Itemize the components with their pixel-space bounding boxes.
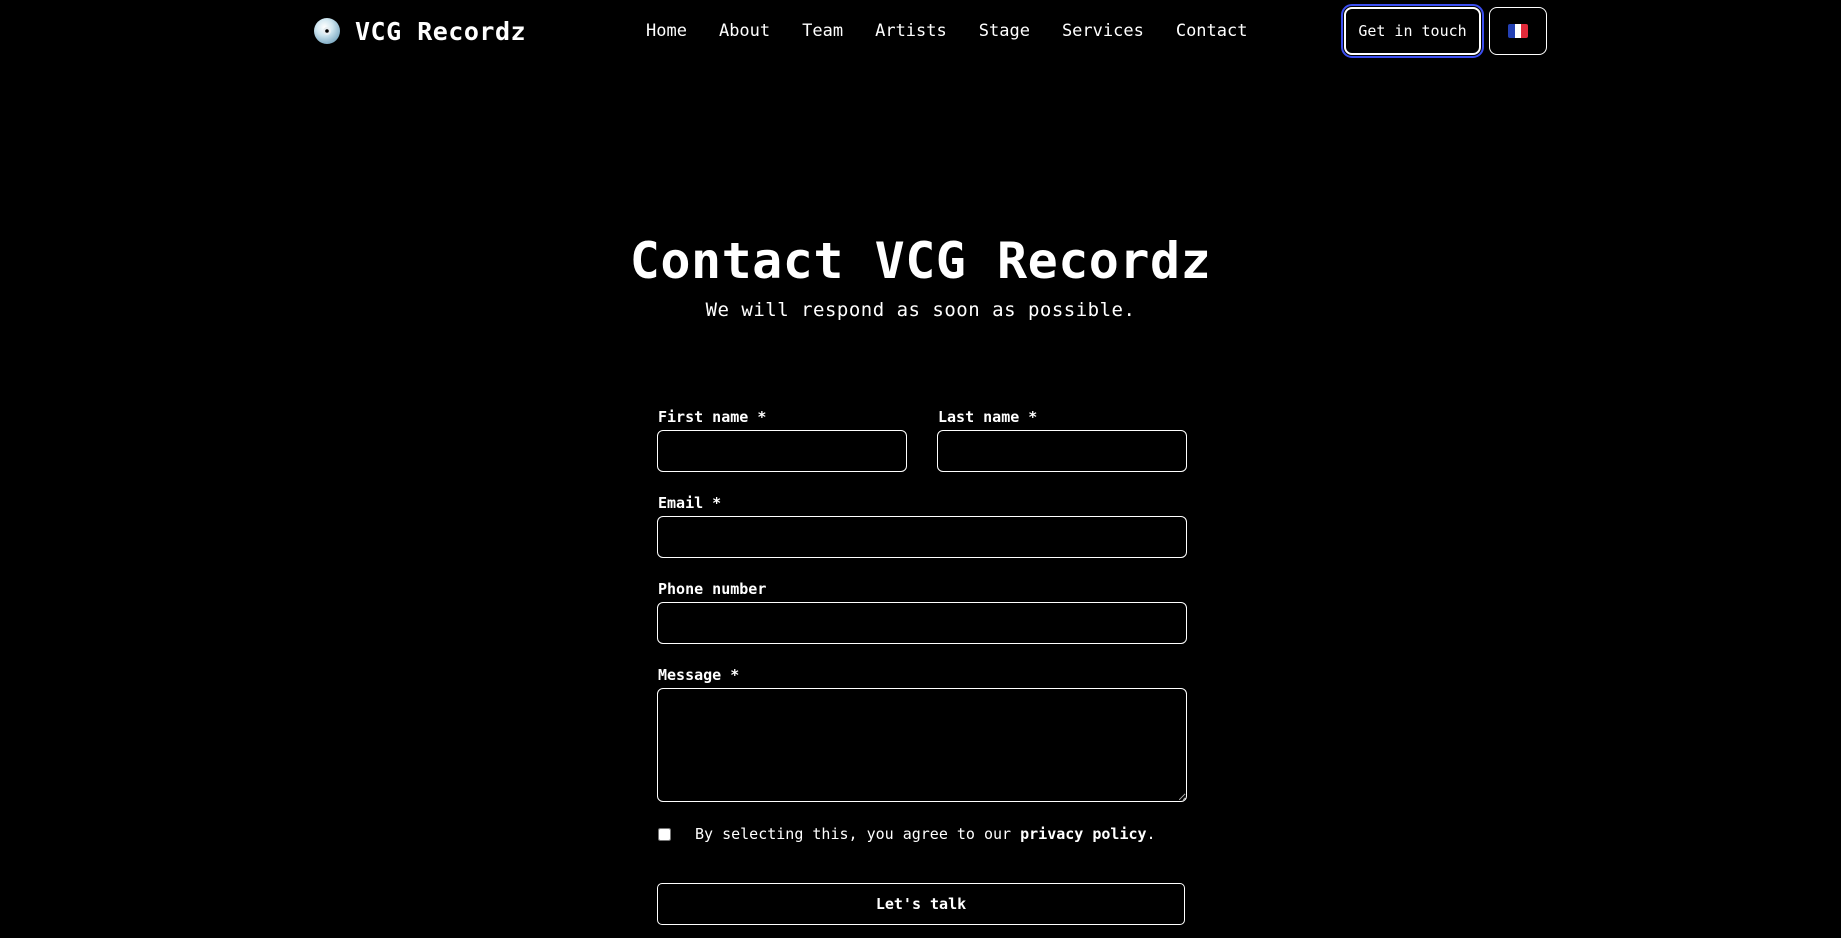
last-name-group: Last name * [937,408,1187,472]
brand-name: VCG Recordz [355,16,527,46]
message-group: Message * [657,666,1187,802]
last-name-label: Last name * [938,408,1038,426]
site-header: VCG Recordz Home About Team Artists Stag… [0,0,1841,62]
page-subtitle: We will respond as soon as possible. [705,299,1136,321]
consent-prefix: By selecting this, you agree to our [695,825,1021,843]
nav-contact[interactable]: Contact [1176,21,1248,41]
disc-icon [313,17,341,45]
privacy-checkbox[interactable] [658,827,671,841]
nav-team[interactable]: Team [802,21,843,41]
consent-text: By selecting this, you agree to our priv… [695,825,1156,843]
main-nav: Home About Team Artists Stage Services C… [646,18,1247,44]
privacy-policy-link[interactable]: privacy policy [1020,825,1146,843]
consent-suffix: . [1146,825,1156,843]
email-group: Email * [657,494,1187,558]
email-label: Email * [658,494,722,512]
email-input[interactable] [657,516,1187,558]
first-name-input[interactable] [657,430,907,472]
privacy-consent: By selecting this, you agree to our priv… [657,824,1187,844]
language-switch-button[interactable] [1489,7,1547,55]
nav-stage[interactable]: Stage [979,21,1030,41]
phone-group: Phone number [657,580,1187,644]
brand-link[interactable]: VCG Recordz [313,14,526,48]
nav-about[interactable]: About [719,21,770,41]
message-textarea[interactable] [657,688,1187,802]
message-label: Message * [658,666,740,684]
first-name-group: First name * [657,408,907,472]
last-name-input[interactable] [937,430,1187,472]
phone-label: Phone number [658,580,767,598]
nav-artists[interactable]: Artists [875,21,947,41]
contact-form: First name * Last name * Email * Phone n… [657,408,1187,925]
french-flag-icon [1508,24,1528,38]
name-row: First name * Last name * [657,408,1187,494]
nav-services[interactable]: Services [1062,21,1144,41]
get-in-touch-button[interactable]: Get in touch [1341,4,1484,58]
first-name-label: First name * [658,408,767,426]
page-title: Contact VCG Recordz [629,232,1212,290]
nav-home[interactable]: Home [646,21,687,41]
phone-input[interactable] [657,602,1187,644]
submit-button[interactable]: Let's talk [657,883,1185,925]
